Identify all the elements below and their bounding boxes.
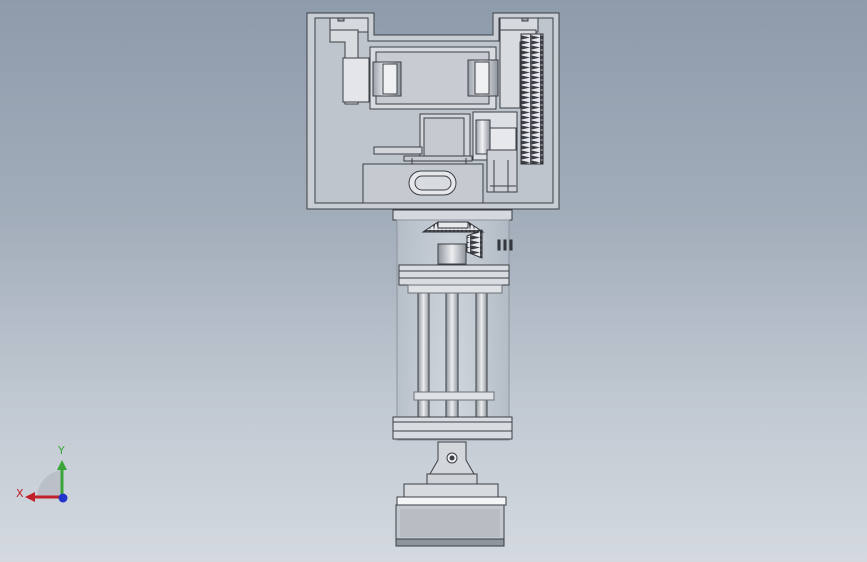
- lower-guide-plate: [392, 416, 513, 440]
- x-axis-arrowhead: [25, 492, 35, 502]
- motor-block: [369, 46, 499, 110]
- y-axis-label: Y: [57, 444, 65, 457]
- wrist-joint: [426, 441, 478, 485]
- main-shaft: [437, 243, 467, 265]
- cad-viewport[interactable]: X Y: [0, 0, 867, 562]
- y-axis-arrowhead: [57, 460, 67, 470]
- axis-triad: X Y: [16, 444, 68, 503]
- spur-gear-large: [520, 33, 544, 165]
- x-axis-label: X: [16, 487, 24, 500]
- triad-plane-shade: [37, 470, 62, 497]
- column-flange: [392, 209, 513, 221]
- gripper-base: [395, 483, 507, 547]
- upper-guide-plate: [398, 264, 510, 286]
- z-axis-dot: [58, 493, 68, 503]
- base-plate: [362, 163, 484, 204]
